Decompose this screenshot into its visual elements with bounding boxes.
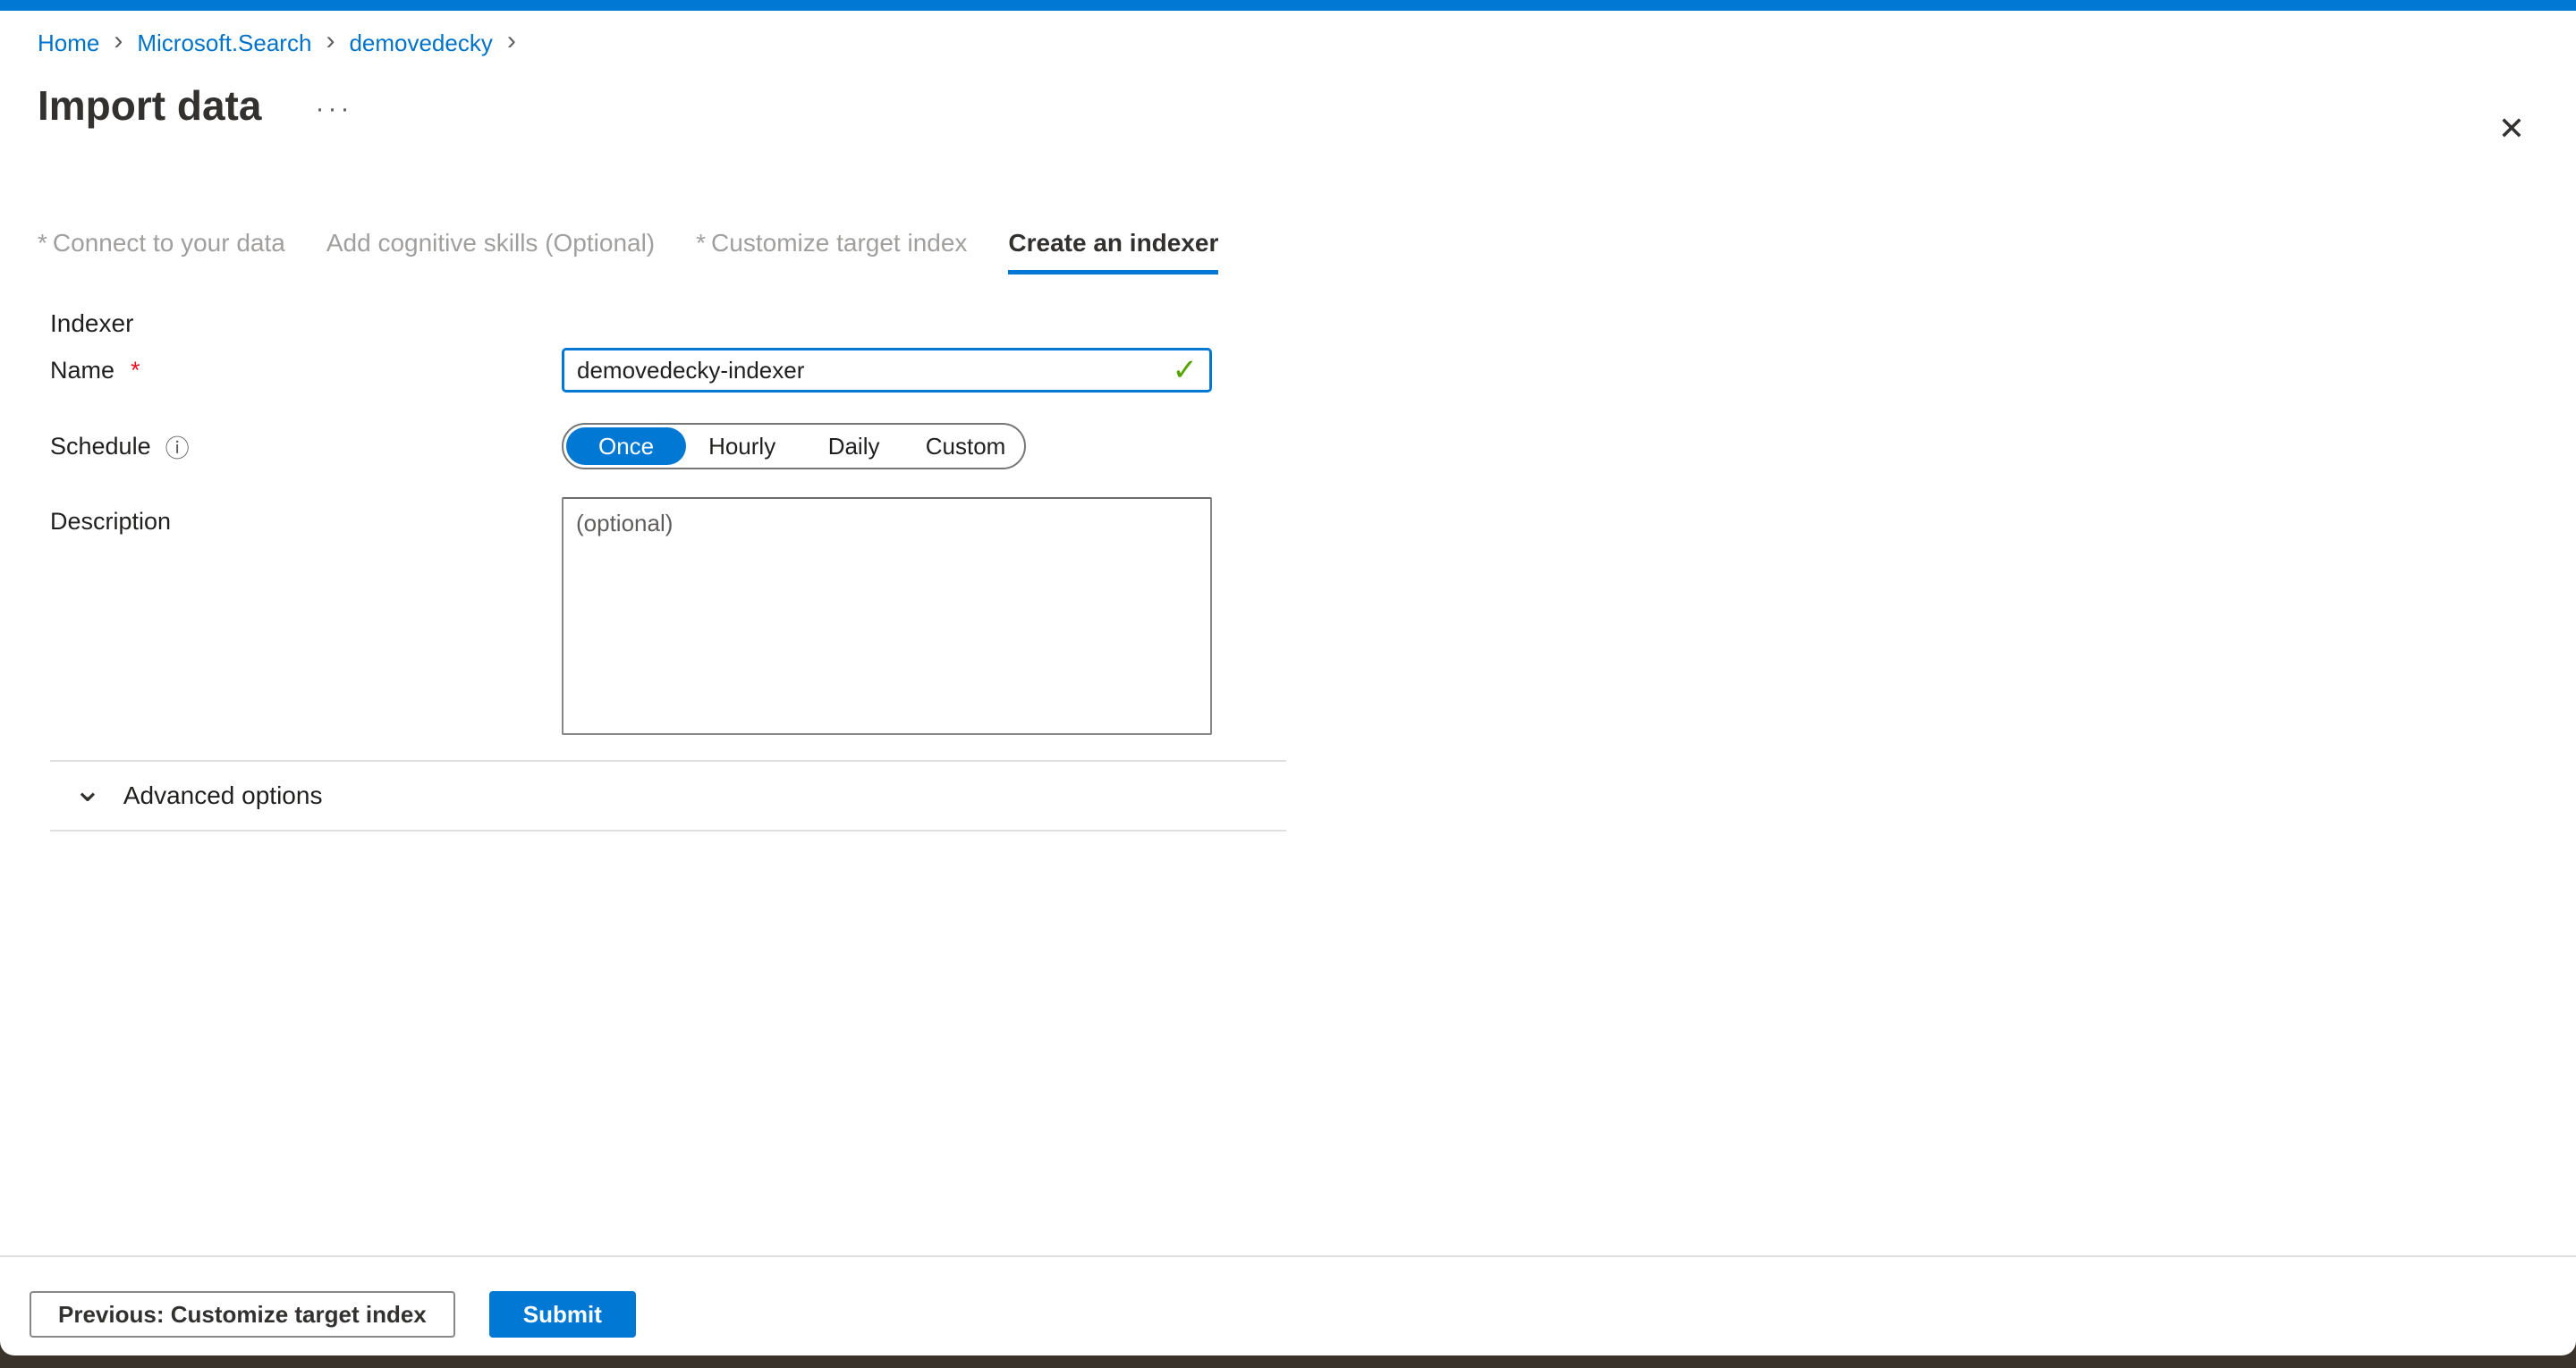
tab-customize-target-index[interactable]: *Customize target index [696, 229, 967, 274]
import-data-panel: Home › Microsoft.Search › demovedecky › … [0, 0, 2576, 1355]
portal-accent-bar [0, 0, 2576, 11]
page-title: Import data [38, 82, 261, 129]
more-options-icon[interactable]: ··· [315, 93, 352, 118]
schedule-option-once[interactable]: Once [566, 427, 686, 465]
description-label: Description [50, 508, 562, 536]
close-icon[interactable]: ✕ [2492, 109, 2531, 148]
name-input[interactable] [562, 348, 1212, 393]
schedule-toggle-group: Once Hourly Daily Custom [562, 423, 1026, 469]
name-input-wrap: ✓ [562, 348, 1212, 393]
tab-label: Add cognitive skills (Optional) [326, 229, 655, 257]
schedule-option-daily[interactable]: Daily [798, 433, 910, 460]
name-label: Name * [50, 357, 562, 384]
schedule-option-hourly[interactable]: Hourly [686, 433, 798, 460]
title-row: Import data ··· [38, 82, 2538, 129]
breadcrumb-separator-icon: › [114, 27, 123, 59]
required-asterisk: * [131, 357, 140, 384]
description-label-text: Description [50, 508, 171, 536]
footer-buttons: Previous: Customize target index Submit [30, 1291, 2576, 1338]
name-row: Name * ✓ [50, 348, 2538, 393]
name-label-text: Name [50, 357, 114, 384]
advanced-options-toggle[interactable]: ⌄ Advanced options [50, 762, 1286, 830]
divider [50, 830, 1286, 832]
tab-required-marker: * [38, 229, 47, 257]
submit-button[interactable]: Submit [489, 1291, 636, 1338]
info-icon[interactable]: ⓘ [165, 429, 190, 464]
description-textarea[interactable] [562, 497, 1212, 735]
description-row: Description [50, 497, 2538, 735]
tab-label: Create an indexer [1008, 229, 1218, 257]
breadcrumb-home-link[interactable]: Home [38, 29, 99, 57]
breadcrumb: Home › Microsoft.Search › demovedecky › [38, 27, 2538, 59]
tab-label: Customize target index [711, 229, 967, 257]
advanced-options-label: Advanced options [123, 781, 323, 810]
schedule-option-custom[interactable]: Custom [910, 433, 1021, 460]
breadcrumb-microsoft-search-link[interactable]: Microsoft.Search [137, 29, 311, 57]
breadcrumb-demovedecky-link[interactable]: demovedecky [349, 29, 492, 57]
tab-add-cognitive-skills[interactable]: Add cognitive skills (Optional) [326, 229, 655, 274]
breadcrumb-separator-icon: › [507, 27, 516, 59]
tab-label: Connect to your data [53, 229, 285, 257]
previous-button[interactable]: Previous: Customize target index [30, 1291, 455, 1338]
breadcrumb-separator-icon: › [326, 27, 335, 59]
chevron-down-icon: ⌄ [73, 781, 102, 810]
tab-connect-to-your-data[interactable]: *Connect to your data [38, 229, 285, 274]
footer-divider [0, 1255, 2576, 1257]
wizard-footer: Previous: Customize target index Submit [0, 1255, 2576, 1338]
schedule-label: Schedule ⓘ [50, 429, 562, 464]
indexer-form: Indexer Name * ✓ Schedule ⓘ Once Hourly [50, 308, 2538, 735]
wizard-tabs: *Connect to your data Add cognitive skil… [38, 229, 2538, 274]
panel-content: Home › Microsoft.Search › demovedecky › … [0, 27, 2576, 832]
tab-create-an-indexer[interactable]: Create an indexer [1008, 229, 1218, 274]
indexer-section-label: Indexer [50, 308, 2538, 339]
schedule-row: Schedule ⓘ Once Hourly Daily Custom [50, 423, 2538, 469]
tab-required-marker: * [696, 229, 706, 257]
schedule-label-text: Schedule [50, 433, 151, 460]
